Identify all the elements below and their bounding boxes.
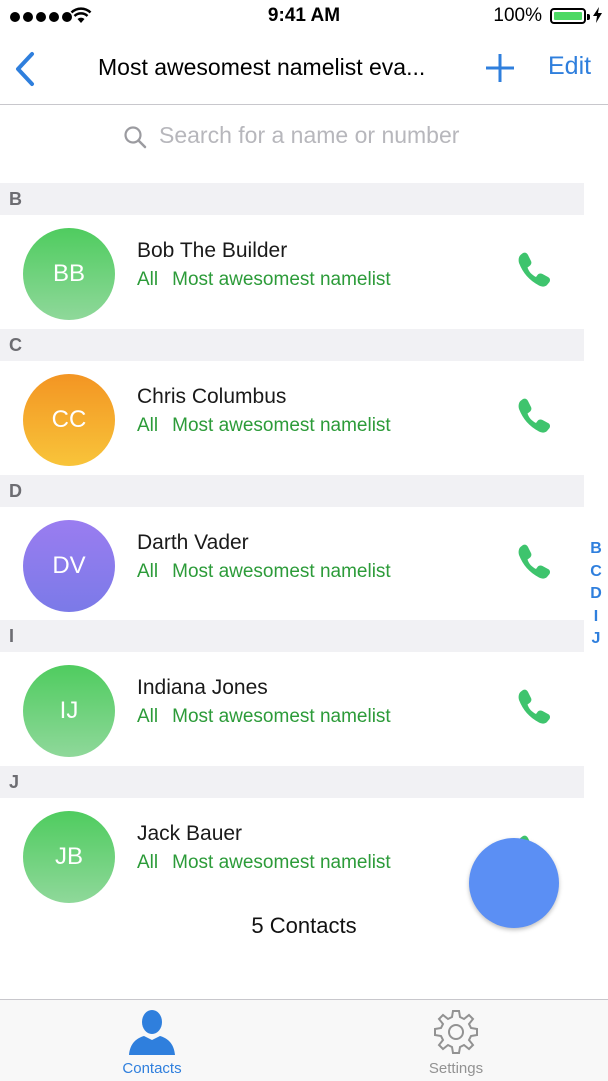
- floating-action-button[interactable]: [469, 838, 559, 928]
- status-bar: 9:41 AM 100%: [0, 0, 608, 34]
- add-contact-icon[interactable]: [484, 52, 516, 84]
- contact-groups: All Most awesomest namelist: [137, 852, 391, 874]
- contact-name: Jack Bauer: [137, 822, 243, 845]
- group-tag: All: [137, 269, 159, 290]
- phone-icon[interactable]: [514, 541, 554, 581]
- avatar: BB: [23, 228, 115, 320]
- page-title: Most awesomest namelist eva...: [98, 54, 426, 80]
- back-chevron-icon[interactable]: [10, 50, 42, 88]
- battery-percentage: 100%: [493, 5, 542, 26]
- section-header-d: D: [0, 475, 584, 507]
- group-tag: Most awesomest namelist: [172, 269, 391, 290]
- section-index: B C D I J: [584, 538, 608, 651]
- section-header-b: B: [0, 183, 584, 215]
- avatar: DV: [23, 520, 115, 612]
- section-header-i: I: [0, 620, 584, 652]
- navigation-bar: Most awesomest namelist eva... Edit: [0, 34, 608, 105]
- phone-icon[interactable]: [514, 686, 554, 726]
- phone-icon[interactable]: [514, 395, 554, 435]
- contact-name: Indiana Jones: [137, 676, 268, 699]
- tab-bar: Contacts Settings: [0, 999, 608, 1081]
- group-tag: Most awesomest namelist: [172, 561, 391, 582]
- tab-contacts[interactable]: Contacts: [0, 1000, 304, 1081]
- contact-name: Darth Vader: [137, 531, 249, 554]
- section-letter: D: [9, 481, 22, 501]
- contact-groups: All Most awesomest namelist: [137, 269, 391, 291]
- group-tag: All: [137, 852, 159, 873]
- index-letter-i[interactable]: I: [584, 606, 608, 629]
- section-letter: B: [9, 189, 22, 209]
- tab-label: Contacts: [122, 1060, 182, 1077]
- tab-settings[interactable]: Settings: [304, 1000, 608, 1081]
- tab-label: Settings: [428, 1060, 484, 1077]
- avatar: IJ: [23, 665, 115, 757]
- section-letter: I: [9, 626, 15, 646]
- edit-button[interactable]: Edit: [548, 52, 591, 81]
- index-letter-b[interactable]: B: [584, 538, 608, 561]
- group-tag: All: [137, 561, 159, 582]
- contact-groups: All Most awesomest namelist: [137, 561, 391, 583]
- index-letter-j[interactable]: J: [584, 628, 608, 651]
- contact-row[interactable]: IJ Indiana Jones All Most awesomest namel…: [0, 652, 584, 766]
- charging-bolt-icon: [593, 7, 602, 23]
- section-header-j: J: [0, 766, 584, 798]
- contact-row[interactable]: CC Chris Columbus All Most awesomest name…: [0, 361, 584, 475]
- group-tag: All: [137, 415, 159, 436]
- index-letter-d[interactable]: D: [584, 583, 608, 606]
- contact-groups: All Most awesomest namelist: [137, 415, 391, 437]
- contact-name: Chris Columbus: [137, 385, 287, 408]
- contact-row[interactable]: BB Bob The Builder All Most awesomest nam…: [0, 215, 584, 329]
- search-icon: [124, 126, 147, 149]
- avatar: CC: [23, 374, 115, 466]
- group-tag: Most awesomest namelist: [172, 852, 391, 873]
- avatar: JB: [23, 811, 115, 903]
- contact-groups: All Most awesomest namelist: [137, 706, 391, 728]
- gear-icon: [434, 1010, 478, 1054]
- section-letter: J: [9, 772, 20, 792]
- section-letter: C: [9, 335, 22, 355]
- index-letter-c[interactable]: C: [584, 561, 608, 584]
- section-header-c: C: [0, 329, 584, 361]
- group-tag: All: [137, 706, 159, 727]
- group-tag: Most awesomest namelist: [172, 415, 391, 436]
- battery-icon: [550, 8, 590, 24]
- group-tag: Most awesomest namelist: [172, 706, 391, 727]
- person-icon: [129, 1010, 175, 1055]
- search-bar: [0, 104, 608, 174]
- contact-name: Bob The Builder: [137, 239, 288, 262]
- contact-row[interactable]: DV Darth Vader All Most awesomest namelis…: [0, 507, 584, 621]
- search-input[interactable]: [159, 122, 559, 149]
- phone-icon[interactable]: [514, 249, 554, 289]
